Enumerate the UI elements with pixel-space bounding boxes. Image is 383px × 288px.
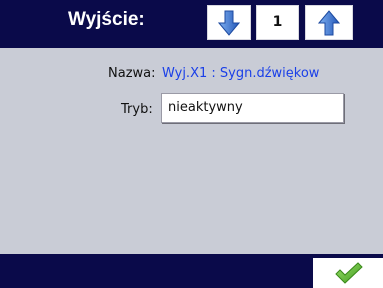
mode-select[interactable]: nieaktywny (161, 93, 344, 123)
next-output-button[interactable] (305, 5, 353, 40)
arrow-up-icon (318, 9, 340, 35)
checkmark-icon (335, 262, 363, 284)
page-title: Wyjście: (68, 9, 145, 30)
name-value[interactable]: Wyj.X1 : Sygn.dźwiękow (162, 66, 372, 81)
ok-button[interactable] (313, 258, 383, 288)
arrow-down-icon (218, 10, 240, 36)
previous-output-button[interactable] (207, 5, 251, 40)
settings-panel: Nazwa: Wyj.X1 : Sygn.dźwiękow Tryb: niea… (0, 48, 383, 254)
header-bar: Wyjście: 1 (0, 0, 383, 48)
mode-label: Tryb: (121, 102, 153, 117)
name-label: Nazwa: (108, 66, 156, 81)
output-number: 1 (256, 5, 299, 40)
